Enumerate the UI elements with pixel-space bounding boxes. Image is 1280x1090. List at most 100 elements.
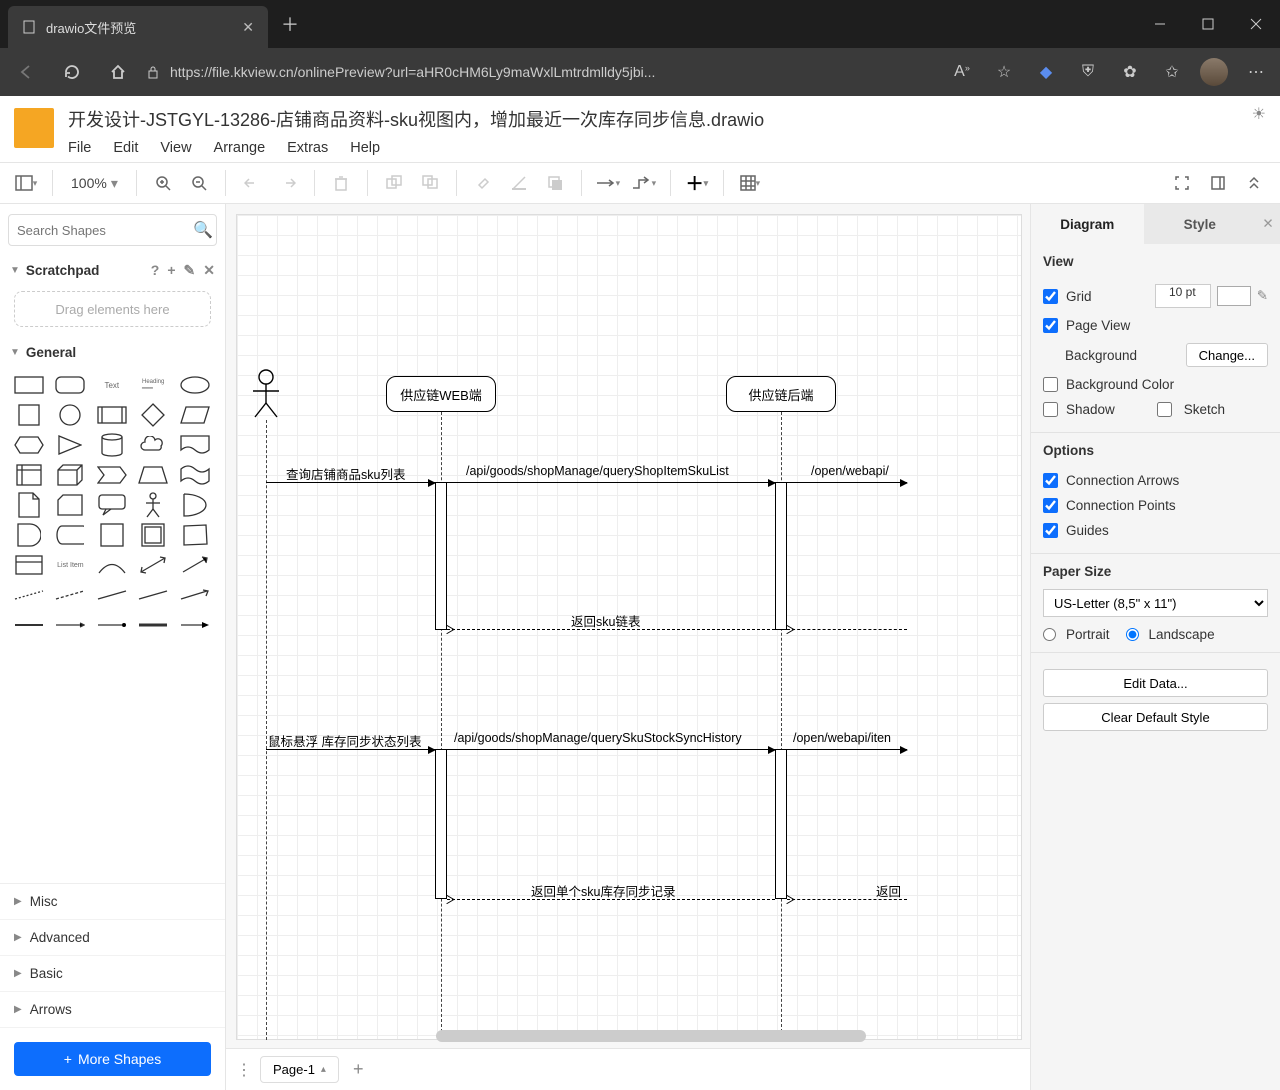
connpoints-checkbox[interactable]	[1043, 498, 1058, 513]
api-2[interactable]	[447, 749, 775, 750]
change-bg-button[interactable]: Change...	[1186, 343, 1268, 367]
portrait-radio[interactable]	[1043, 628, 1056, 641]
url-field[interactable]: https://file.kkview.cn/onlinePreview?url…	[146, 64, 936, 80]
close-tab-icon[interactable]: ✕	[242, 19, 254, 36]
add-page-button[interactable]: +	[347, 1059, 370, 1080]
delete-icon[interactable]	[325, 167, 357, 199]
general-header[interactable]: ▼ General	[0, 339, 225, 366]
ret-1b[interactable]	[787, 629, 907, 630]
redo-icon[interactable]	[272, 167, 304, 199]
shape-arrow-bi[interactable]	[136, 554, 170, 576]
zoom-out-icon[interactable]	[183, 167, 215, 199]
shield-icon[interactable]: ⛨	[1072, 63, 1104, 81]
browser-tab[interactable]: drawio文件预览 ✕	[8, 6, 268, 48]
pencil-icon[interactable]: ✎	[1257, 288, 1268, 304]
menu-edit[interactable]: Edit	[113, 140, 138, 156]
clear-style-button[interactable]: Clear Default Style	[1043, 703, 1268, 731]
add-icon[interactable]: +	[167, 262, 175, 279]
shape-sketch-box[interactable]	[178, 524, 212, 546]
scratchpad-dropzone[interactable]: Drag elements here	[14, 291, 211, 327]
fullscreen-icon[interactable]	[1166, 167, 1198, 199]
activation-web-1[interactable]	[435, 482, 447, 630]
linecolor-icon[interactable]	[503, 167, 535, 199]
grid-color-swatch[interactable]	[1217, 286, 1251, 306]
shape-line2[interactable]	[136, 584, 170, 606]
shape-tape[interactable]	[178, 464, 212, 486]
shape-heading[interactable]: Heading━━━	[136, 374, 170, 396]
sketch-checkbox[interactable]	[1157, 402, 1172, 417]
close-window-button[interactable]	[1232, 0, 1280, 48]
back-button[interactable]	[8, 54, 44, 90]
menu-file[interactable]: File	[68, 140, 91, 156]
activation-backend-2[interactable]	[775, 749, 787, 899]
more-icon[interactable]: ⋯	[1240, 62, 1272, 82]
shape-diamond[interactable]	[136, 404, 170, 426]
collapse-icon[interactable]	[1238, 167, 1270, 199]
shadow-icon[interactable]	[539, 167, 571, 199]
shape-line[interactable]	[95, 584, 129, 606]
minimize-button[interactable]	[1136, 0, 1184, 48]
shape-cube[interactable]	[53, 464, 87, 486]
activation-web-2[interactable]	[435, 749, 447, 899]
shape-conn2[interactable]	[53, 614, 87, 636]
shape-callout[interactable]	[95, 494, 129, 516]
shape-search[interactable]: 🔍	[8, 214, 217, 246]
scratchpad-header[interactable]: ▼ Scratchpad ? + ✎ ✕	[0, 256, 225, 285]
page-menu-icon[interactable]: ⋮	[236, 1060, 252, 1080]
panel-close-icon[interactable]: ✕	[1256, 204, 1280, 244]
refresh-button[interactable]	[54, 54, 90, 90]
more-shapes-button[interactable]: +More Shapes	[14, 1042, 211, 1076]
shape-conn1[interactable]	[12, 614, 46, 636]
home-button[interactable]	[100, 54, 136, 90]
shape-process[interactable]	[95, 404, 129, 426]
favorite-icon[interactable]: ☆	[988, 62, 1020, 82]
api-1[interactable]	[447, 482, 775, 483]
shape-circle[interactable]	[53, 404, 87, 426]
shape-listitem[interactable]: List Item	[53, 554, 87, 576]
connarrows-checkbox[interactable]	[1043, 473, 1058, 488]
connection-icon[interactable]: ▾	[592, 167, 624, 199]
toback-icon[interactable]	[414, 167, 446, 199]
shape-actor[interactable]	[136, 494, 170, 516]
app-logo[interactable]	[14, 108, 54, 148]
shape-hexagon[interactable]	[12, 434, 46, 456]
favorites-bar-icon[interactable]: ✩	[1156, 62, 1188, 82]
cat-misc[interactable]: ▶Misc	[0, 884, 225, 920]
search-icon[interactable]: 🔍	[193, 220, 213, 240]
shape-cloud[interactable]	[136, 434, 170, 456]
shape-arrow[interactable]	[178, 554, 212, 576]
shape-conn3[interactable]	[95, 614, 129, 636]
shape-internal[interactable]	[12, 464, 46, 486]
landscape-radio[interactable]	[1126, 628, 1139, 641]
shape-frame[interactable]	[136, 524, 170, 546]
shape-step[interactable]	[95, 464, 129, 486]
guides-checkbox[interactable]	[1043, 523, 1058, 538]
shape-note[interactable]	[12, 494, 46, 516]
menu-extras[interactable]: Extras	[287, 140, 328, 156]
edit-icon[interactable]: ✎	[184, 262, 196, 279]
shape-rect[interactable]	[12, 374, 46, 396]
fillcolor-icon[interactable]	[467, 167, 499, 199]
shape-square[interactable]	[12, 404, 46, 426]
shape-triangle[interactable]	[53, 434, 87, 456]
shape-cylinder[interactable]	[95, 434, 129, 456]
shape-datastore[interactable]	[53, 524, 87, 546]
insert-icon[interactable]: ＋▾	[681, 167, 713, 199]
open-2[interactable]	[787, 749, 907, 750]
open-1[interactable]	[787, 482, 907, 483]
shadow-checkbox[interactable]	[1043, 402, 1058, 417]
shape-and[interactable]	[12, 524, 46, 546]
bgcolor-checkbox[interactable]	[1043, 377, 1058, 392]
grid-checkbox[interactable]	[1043, 289, 1058, 304]
menu-view[interactable]: View	[160, 140, 191, 156]
shape-trapezoid[interactable]	[136, 464, 170, 486]
zoom-in-icon[interactable]	[147, 167, 179, 199]
tofront-icon[interactable]	[378, 167, 410, 199]
actor-shape[interactable]	[251, 369, 281, 424]
shape-conn4[interactable]	[136, 614, 170, 636]
reader-icon[interactable]: A»	[946, 63, 978, 81]
cat-basic[interactable]: ▶Basic	[0, 956, 225, 992]
profile-avatar[interactable]	[1198, 58, 1230, 86]
shape-roundrect[interactable]	[53, 374, 87, 396]
search-input[interactable]	[17, 223, 193, 238]
